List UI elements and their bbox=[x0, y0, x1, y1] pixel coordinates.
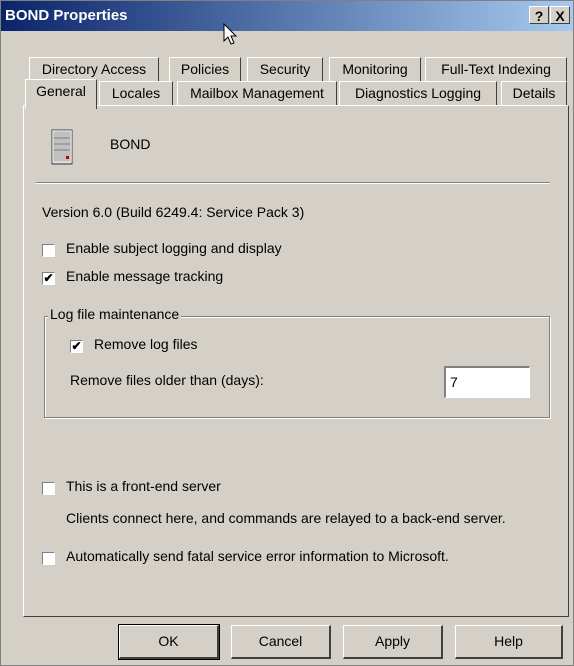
remove-log-files-checkbox[interactable]: ✔ bbox=[70, 340, 83, 353]
server-name: BOND bbox=[110, 136, 151, 152]
tab-monitoring[interactable]: Monitoring bbox=[329, 57, 421, 81]
send-error-checkbox[interactable] bbox=[42, 552, 55, 565]
separator bbox=[36, 182, 550, 184]
title-bar[interactable]: BOND Properties ? X bbox=[1, 1, 573, 31]
tab-directory-access[interactable]: Directory Access bbox=[29, 57, 159, 81]
cancel-button[interactable]: Cancel bbox=[231, 625, 331, 659]
tab-details[interactable]: Details bbox=[501, 81, 567, 105]
version-text: Version 6.0 (Build 6249.4: Service Pack … bbox=[42, 204, 305, 220]
front-end-checkbox[interactable] bbox=[42, 482, 55, 495]
days-input[interactable]: 7 bbox=[444, 366, 530, 398]
message-tracking-label[interactable]: Enable message tracking bbox=[66, 268, 223, 284]
apply-button[interactable]: Apply bbox=[343, 625, 443, 659]
tab-security[interactable]: Security bbox=[247, 57, 323, 81]
tab-mailbox-management[interactable]: Mailbox Management bbox=[177, 81, 337, 105]
close-button[interactable]: X bbox=[550, 6, 570, 24]
subject-logging-checkbox[interactable] bbox=[42, 244, 55, 257]
help-button[interactable]: Help bbox=[455, 625, 563, 659]
ok-button[interactable]: OK bbox=[118, 624, 220, 660]
tab-locales[interactable]: Locales bbox=[99, 81, 173, 105]
mouse-cursor-icon bbox=[223, 23, 238, 45]
front-end-description: Clients connect here, and commands are r… bbox=[66, 510, 506, 526]
days-label: Remove files older than (days): bbox=[70, 372, 264, 388]
log-group-label: Log file maintenance bbox=[48, 306, 182, 322]
remove-log-files-label[interactable]: Remove log files bbox=[94, 336, 198, 352]
general-tab-panel: BOND Version 6.0 (Build 6249.4: Service … bbox=[23, 105, 569, 617]
help-title-button[interactable]: ? bbox=[529, 6, 549, 24]
subject-logging-label[interactable]: Enable subject logging and display bbox=[66, 240, 282, 256]
tab-full-text-indexing[interactable]: Full-Text Indexing bbox=[425, 57, 567, 81]
tab-diagnostics-logging[interactable]: Diagnostics Logging bbox=[339, 81, 497, 105]
tab-general[interactable]: General bbox=[25, 79, 97, 109]
server-icon bbox=[51, 129, 73, 165]
front-end-label[interactable]: This is a front-end server bbox=[66, 478, 221, 494]
tab-policies[interactable]: Policies bbox=[169, 57, 241, 81]
window-title: BOND Properties bbox=[5, 7, 128, 24]
message-tracking-checkbox[interactable]: ✔ bbox=[42, 272, 55, 285]
send-error-label[interactable]: Automatically send fatal service error i… bbox=[66, 548, 449, 564]
properties-dialog: BOND Properties ? X Directory Access Pol… bbox=[0, 0, 574, 666]
